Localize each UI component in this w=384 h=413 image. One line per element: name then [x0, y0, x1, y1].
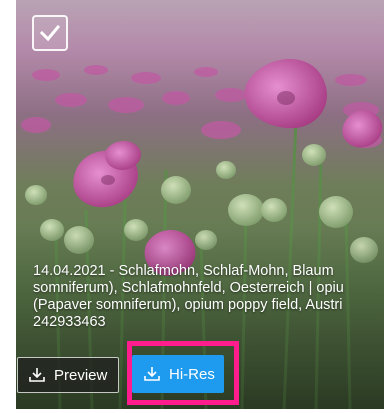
select-checkbox[interactable]: [32, 15, 68, 51]
highlight-box: [127, 341, 239, 405]
image-caption: 14.04.2021 - Schlafmohn, Schlaf-Mohn, Bl…: [33, 263, 384, 331]
caption-line: (Papaver somniferum), opium poppy field,…: [33, 297, 343, 313]
caption-line: somniferum), Schlafmohnfeld, Oesterreich…: [33, 280, 344, 296]
image-id: 242933463: [33, 314, 106, 330]
preview-download-button[interactable]: Preview: [17, 357, 119, 393]
preview-label: Preview: [54, 366, 108, 384]
caption-line: 14.04.2021 - Schlafmohn, Schlaf-Mohn, Bl…: [33, 263, 334, 279]
checkmark-icon: [40, 24, 60, 42]
download-icon: [29, 368, 45, 382]
